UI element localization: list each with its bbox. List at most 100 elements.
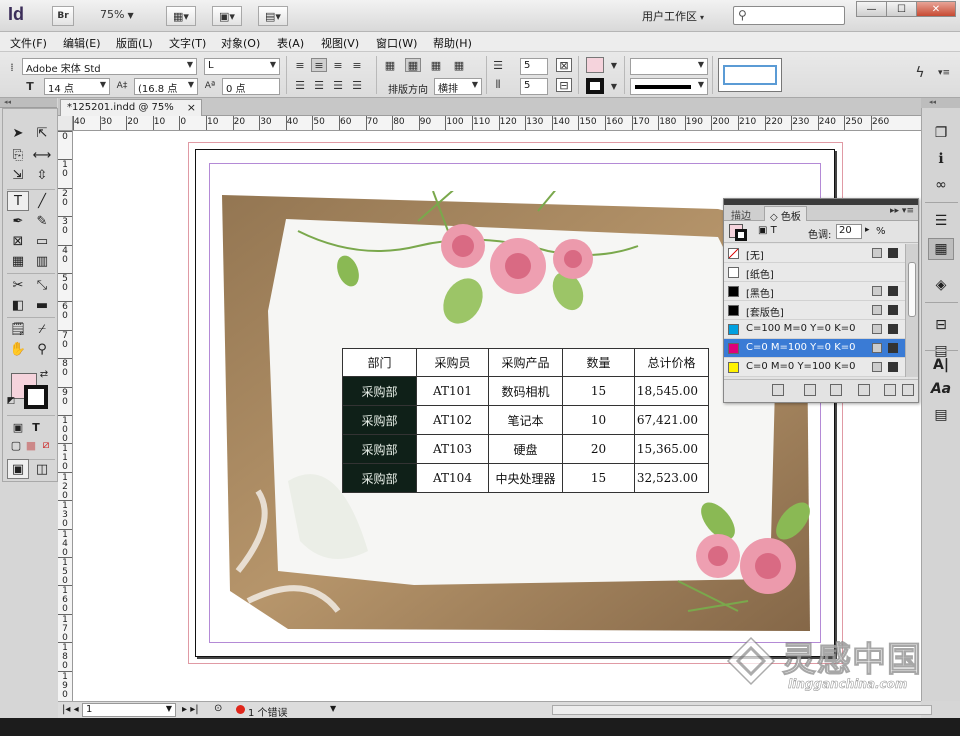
swatch-row[interactable]: [纸色]	[724, 263, 905, 282]
horizontal-grid-tool-icon[interactable]: ▦	[7, 251, 29, 271]
tab-stroke[interactable]: 描边	[726, 206, 756, 222]
document-tab[interactable]: *125201.indd @ 75% ×	[60, 99, 202, 116]
show-color-swatches-icon[interactable]	[804, 384, 816, 396]
rows-field[interactable]: 5	[520, 58, 548, 75]
default-colors-icon[interactable]: ◩	[5, 395, 17, 407]
vertical-grid-tool-icon[interactable]: ▥	[31, 251, 53, 271]
stroke-type-dropdown[interactable]: ▼	[630, 78, 708, 95]
table-cell[interactable]: AT101	[416, 376, 489, 406]
table-cell[interactable]: 采购部	[342, 434, 417, 464]
paragraph-styles-panel-icon[interactable]: ▤	[928, 404, 954, 426]
page-number-field[interactable]: 1 ▼	[82, 703, 176, 717]
pages-panel-icon[interactable]: ❐	[928, 122, 954, 144]
swap-colors-icon[interactable]: ⇄	[37, 367, 51, 381]
bridge-button[interactable]: Br	[52, 6, 74, 26]
tab-swatches[interactable]: ◇ 色板	[764, 206, 807, 223]
tint-slider-arrow-icon[interactable]: ▸	[865, 225, 870, 235]
fill-swatch-control[interactable]	[586, 57, 604, 73]
maximize-button[interactable]: ☐	[886, 1, 917, 17]
text-orientation-2-icon[interactable]: ▦	[428, 58, 444, 72]
align-middle-icon[interactable]: ☰	[311, 78, 327, 92]
swatch-row[interactable]: [套版色]	[724, 301, 905, 320]
direct-selection-tool-icon[interactable]: ⇱	[31, 123, 53, 143]
menu-type[interactable]: 文字(T)	[169, 35, 206, 51]
eyedropper-tool-icon[interactable]: ⌿	[31, 319, 53, 339]
header-total-price[interactable]: 总计价格	[634, 348, 709, 377]
table-cell[interactable]: 数码相机	[488, 376, 563, 406]
rotate-text-icon[interactable]: ▦	[382, 58, 398, 72]
vertical-ruler[interactable]: 0 10 20 30 40 50 60 70 80 90 100110120130140150160…	[58, 131, 73, 701]
cell-stroke-proxy[interactable]	[718, 58, 782, 92]
table-cell[interactable]: 硬盘	[488, 434, 563, 464]
table-cell[interactable]: 采购部	[342, 463, 417, 493]
rectangle-frame-tool-icon[interactable]: ⊠	[7, 231, 29, 251]
header-department[interactable]: 部门	[342, 348, 417, 377]
zoom-tool-icon[interactable]: ⚲	[31, 339, 53, 359]
new-color-group-icon[interactable]	[858, 384, 870, 396]
search-input[interactable]: ⚲	[733, 6, 845, 25]
table-cell[interactable]: 20	[562, 434, 635, 464]
panel-menu-icon[interactable]: ▾≡	[936, 66, 952, 80]
purchase-table[interactable]: 部门 采购员 采购产品 数量 总计价格 采购部 AT101 数码相机 15 18…	[342, 348, 709, 493]
character-styles-panel-icon[interactable]: Aa	[928, 378, 954, 400]
first-page-icon[interactable]: |◂ ◂	[62, 704, 79, 715]
horizontal-scrollbar[interactable]	[552, 705, 932, 715]
chevron-down-icon[interactable]: ▼	[330, 704, 336, 713]
minimize-button[interactable]: —	[856, 1, 887, 17]
justify-vertical-icon[interactable]: ☰	[349, 78, 365, 92]
rectangle-tool-icon[interactable]: ▭	[31, 231, 53, 251]
header-product[interactable]: 采购产品	[488, 348, 563, 377]
text-orientation-icon[interactable]: ▦	[405, 58, 421, 72]
baseline-shift-field[interactable]: 0 点	[222, 78, 280, 95]
hand-tool-icon[interactable]: ✋	[7, 339, 29, 359]
stroke-panel-icon[interactable]: ☰	[928, 210, 954, 232]
justify-icon[interactable]: ≡	[349, 58, 365, 72]
tools-panel-grip[interactable]: ◂◂	[0, 98, 57, 108]
table-cell[interactable]: 32,523.00	[634, 463, 709, 493]
align-top-icon[interactable]: ☰	[292, 78, 308, 92]
table-cell[interactable]: AT102	[416, 405, 489, 435]
font-style-field[interactable]: L ▼	[204, 58, 280, 75]
table-cell[interactable]: 18,545.00	[634, 376, 709, 406]
swatch-list[interactable]: [无] [纸色] [黑色] [套版色] C=100 M=0 Y=0 K=0 C=0 M=1…	[724, 244, 905, 377]
gradient-feather-tool-icon[interactable]: ▬	[31, 295, 53, 315]
menu-file[interactable]: 文件(F)	[10, 35, 47, 51]
stroke-color-swatch[interactable]	[24, 385, 48, 409]
show-gradient-swatches-icon[interactable]	[830, 384, 842, 396]
content-collector-icon[interactable]: ⇲	[7, 165, 29, 185]
swatch-row[interactable]: C=0 M=100 Y=0 K=0	[724, 339, 905, 358]
line-tool-icon[interactable]: ╱	[31, 191, 53, 211]
menu-table[interactable]: 表(A)	[277, 35, 304, 51]
preflight-error-text[interactable]: 1 个错误	[248, 704, 288, 719]
swatch-row[interactable]: [黑色]	[724, 282, 905, 301]
table-cell[interactable]: AT103	[416, 434, 489, 464]
new-swatch-icon[interactable]	[884, 384, 896, 396]
unmerge-cells-icon[interactable]: ⊟	[556, 78, 572, 92]
swatch-list-scrollbar[interactable]	[905, 244, 918, 377]
screen-mode-button[interactable]: ▣▾	[212, 6, 242, 26]
preflight-icon[interactable]: ⊙	[214, 703, 222, 714]
stroke-swatch-control[interactable]	[586, 78, 604, 94]
leading-field[interactable]: (16.8 点 ▼	[134, 78, 198, 95]
font-family-field[interactable]: Adobe 宋体 Std ▼	[22, 58, 197, 75]
stroke-weight-dropdown[interactable]: ▼	[630, 58, 708, 75]
align-left-icon[interactable]: ≡	[292, 58, 308, 72]
writing-direction-dropdown[interactable]: 横排 ▼	[434, 78, 482, 95]
show-all-swatches-icon[interactable]	[772, 384, 784, 396]
view-options-button[interactable]: ▦▾	[166, 6, 196, 26]
font-size-field[interactable]: 14 点 ▼	[44, 78, 110, 95]
formatting-text-icon[interactable]: T	[25, 417, 47, 437]
header-quantity[interactable]: 数量	[562, 348, 635, 377]
preview-mode-icon[interactable]: ◫	[31, 459, 53, 479]
table-cell[interactable]: 10	[562, 405, 635, 435]
menu-view[interactable]: 视图(V)	[321, 35, 359, 51]
menu-help[interactable]: 帮助(H)	[433, 35, 472, 51]
swatches-panel-icon[interactable]: ▦	[928, 238, 954, 260]
links-panel-icon[interactable]: ∞	[928, 174, 954, 196]
page-tool-icon[interactable]: ⎘	[7, 145, 29, 165]
menu-window[interactable]: 窗口(W)	[376, 35, 417, 51]
scroll-thumb[interactable]	[908, 262, 916, 317]
table-cell[interactable]: 采购部	[342, 405, 417, 435]
table-cell[interactable]: 15	[562, 463, 635, 493]
table-cell[interactable]: 15	[562, 376, 635, 406]
